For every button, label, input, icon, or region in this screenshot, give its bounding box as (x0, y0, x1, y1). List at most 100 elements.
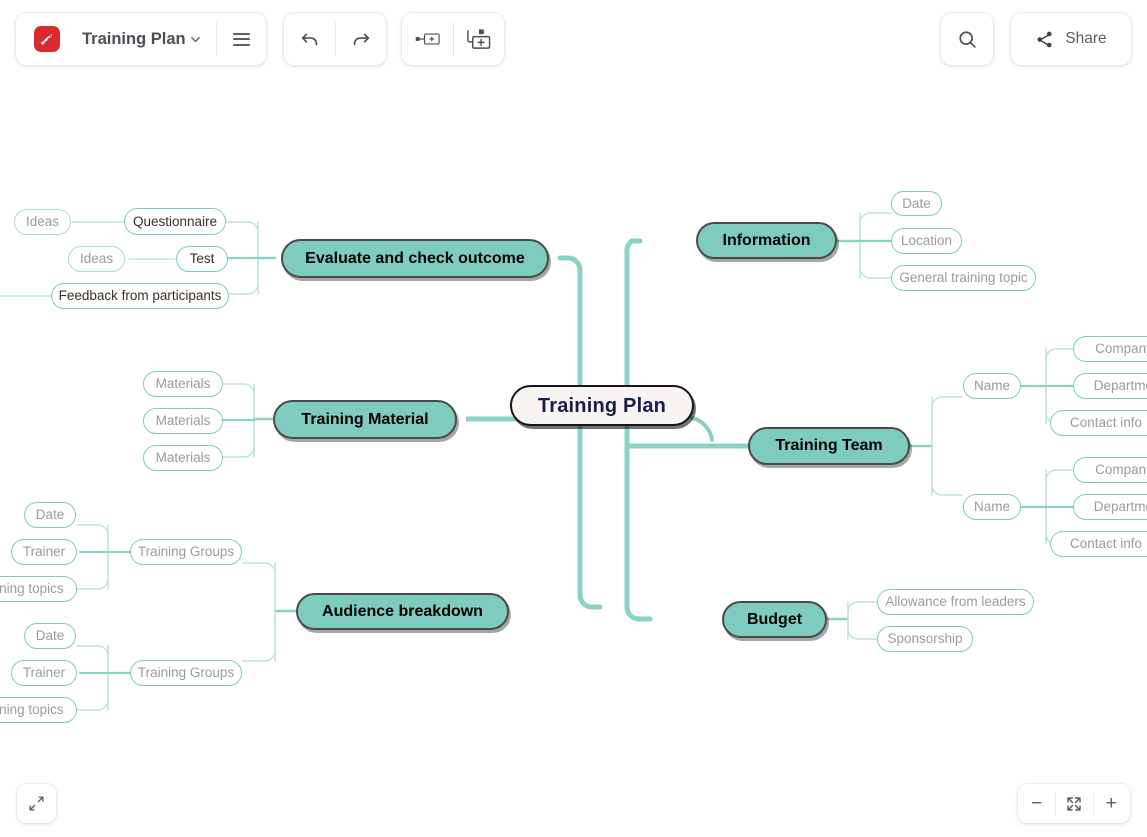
redo-arrow-icon (353, 33, 369, 46)
search-button[interactable] (941, 13, 993, 65)
hamburger-menu-icon (232, 32, 250, 46)
branch-node-audience[interactable]: Audience breakdown (296, 593, 509, 630)
hamburger-menu-button[interactable] (216, 13, 266, 65)
leaf-label: Name (973, 499, 1010, 515)
branch-label-audience: Audience breakdown (322, 602, 483, 620)
leaf-label: Training topics (0, 702, 64, 718)
leaf-node-contact-info-1[interactable]: Contact info (1050, 410, 1147, 436)
leaf-label: Materials (155, 413, 211, 429)
leaf-label: Trainer (22, 544, 66, 560)
leaf-node-materials-3[interactable]: Materials (143, 445, 223, 471)
leaf-node-allowance[interactable]: Allowance from leaders (877, 589, 1034, 615)
document-title-group[interactable]: Training Plan (16, 13, 216, 65)
mindmap-root-label: Training Plan (537, 394, 667, 417)
branch-node-information[interactable]: Information (696, 222, 837, 259)
mindmap-app: Training Plan Evaluate and check outcome… (0, 0, 1147, 837)
leaf-node-sponsorship[interactable]: Sponsorship (877, 626, 973, 652)
leaf-node-info-date[interactable]: Date (891, 191, 942, 216)
history-toolbar (284, 13, 386, 65)
zoom-out-label: − (1031, 792, 1043, 814)
share-label: Share (1065, 30, 1107, 47)
chevron-down-icon[interactable] (188, 32, 203, 47)
leaf-label: Ideas (25, 214, 60, 230)
branch-label-evaluate: Evaluate and check outcome (305, 249, 525, 267)
add-child-node-icon (467, 29, 491, 49)
expand-fullscreen-icon (29, 796, 44, 811)
leaf-node-training-groups-2[interactable]: Training Groups (130, 660, 242, 686)
leaf-label: Test (189, 251, 215, 267)
branch-label-training-team: Training Team (775, 437, 883, 454)
leaf-label: Date (902, 195, 931, 211)
leaf-label: Allowance from leaders (885, 594, 1026, 610)
branch-label-training-material: Training Material (301, 410, 429, 428)
document-title[interactable]: Training Plan (82, 30, 203, 49)
zoom-in-button[interactable]: + (1092, 784, 1130, 823)
zoom-in-label: + (1105, 792, 1117, 814)
leaf-node-ideas-2[interactable]: Ideas (68, 246, 125, 272)
leaf-label: Company (1095, 462, 1147, 478)
add-sibling-node-button[interactable] (402, 13, 453, 65)
leaf-node-questionnaire[interactable]: Questionnaire (124, 208, 226, 235)
branch-node-budget[interactable]: Budget (722, 601, 827, 638)
leaf-label: Sponsorship (887, 631, 963, 647)
add-child-node-button[interactable] (453, 13, 504, 65)
leaf-node-feedback[interactable]: Feedback from participants (51, 283, 229, 309)
leaf-label: Training topics (0, 581, 64, 597)
leaf-node-company-2[interactable]: Company (1073, 457, 1147, 483)
leaf-node-info-general-topic[interactable]: General training topic (891, 265, 1036, 291)
add-sibling-node-icon (415, 33, 440, 45)
leaf-label: Location (900, 233, 953, 249)
leaf-label: General training topic (899, 270, 1028, 286)
app-logo-icon (34, 26, 60, 52)
mindmap-root-node[interactable]: Training Plan (510, 385, 694, 426)
leaf-node-training-topics-2[interactable]: Training topics (0, 697, 77, 723)
leaf-label: Training Groups (137, 665, 235, 681)
leaf-node-training-topics-1[interactable]: Training topics (0, 576, 77, 602)
leaf-node-contact-info-2[interactable]: Contact info (1050, 531, 1147, 557)
search-icon (958, 30, 976, 48)
leaf-node-ideas-1[interactable]: Ideas (14, 209, 71, 235)
leaf-label: Department (1093, 378, 1147, 394)
leaf-node-name-2[interactable]: Name (963, 494, 1021, 520)
leaf-label: Training Groups (137, 544, 235, 560)
leaf-node-name-1[interactable]: Name (963, 373, 1021, 399)
leaf-node-training-groups-1[interactable]: Training Groups (130, 539, 242, 565)
fullscreen-button[interactable] (17, 784, 56, 823)
leaf-node-date-2[interactable]: Date (24, 623, 76, 649)
leaf-label: Contact info (1069, 415, 1143, 431)
fit-to-screen-icon (1067, 796, 1081, 811)
leaf-label: Contact info (1069, 536, 1143, 552)
leaf-label: Ideas (79, 251, 114, 267)
redo-button[interactable] (335, 13, 386, 65)
leaf-node-company-1[interactable]: Company (1073, 336, 1147, 362)
leaf-label: Questionnaire (132, 213, 218, 229)
leaf-label: Date (35, 507, 65, 523)
zoom-out-button[interactable]: − (1018, 784, 1055, 823)
leaf-node-department-1[interactable]: Department (1073, 373, 1147, 399)
leaf-node-materials-2[interactable]: Materials (143, 408, 223, 434)
leaf-node-info-location[interactable]: Location (891, 228, 962, 254)
leaf-node-trainer-2[interactable]: Trainer (11, 660, 77, 686)
leaf-label: Trainer (22, 665, 66, 681)
share-button[interactable]: Share (1011, 13, 1131, 65)
leaf-label: Date (35, 628, 65, 644)
branch-label-budget: Budget (746, 610, 803, 628)
leaf-node-trainer-1[interactable]: Trainer (11, 539, 77, 565)
branch-label-information: Information (722, 231, 811, 249)
document-toolbar: Training Plan (16, 13, 266, 65)
share-button-inner[interactable]: Share (1011, 13, 1131, 65)
leaf-label: Department (1093, 499, 1147, 515)
undo-button[interactable] (284, 13, 335, 65)
share-icon (1037, 31, 1052, 47)
leaf-node-materials-1[interactable]: Materials (143, 371, 223, 397)
leaf-node-date-1[interactable]: Date (24, 502, 76, 528)
branch-node-training-team[interactable]: Training Team (748, 427, 910, 465)
fit-to-screen-button[interactable] (1055, 784, 1092, 823)
branch-node-evaluate[interactable]: Evaluate and check outcome (281, 239, 549, 278)
insert-node-toolbar (402, 13, 504, 65)
leaf-node-test[interactable]: Test (176, 246, 228, 272)
search-button-inner[interactable] (941, 13, 993, 65)
leaf-node-department-2[interactable]: Department (1073, 494, 1147, 520)
zoom-controls: − + (1018, 784, 1130, 823)
branch-node-training-material[interactable]: Training Material (273, 400, 457, 439)
